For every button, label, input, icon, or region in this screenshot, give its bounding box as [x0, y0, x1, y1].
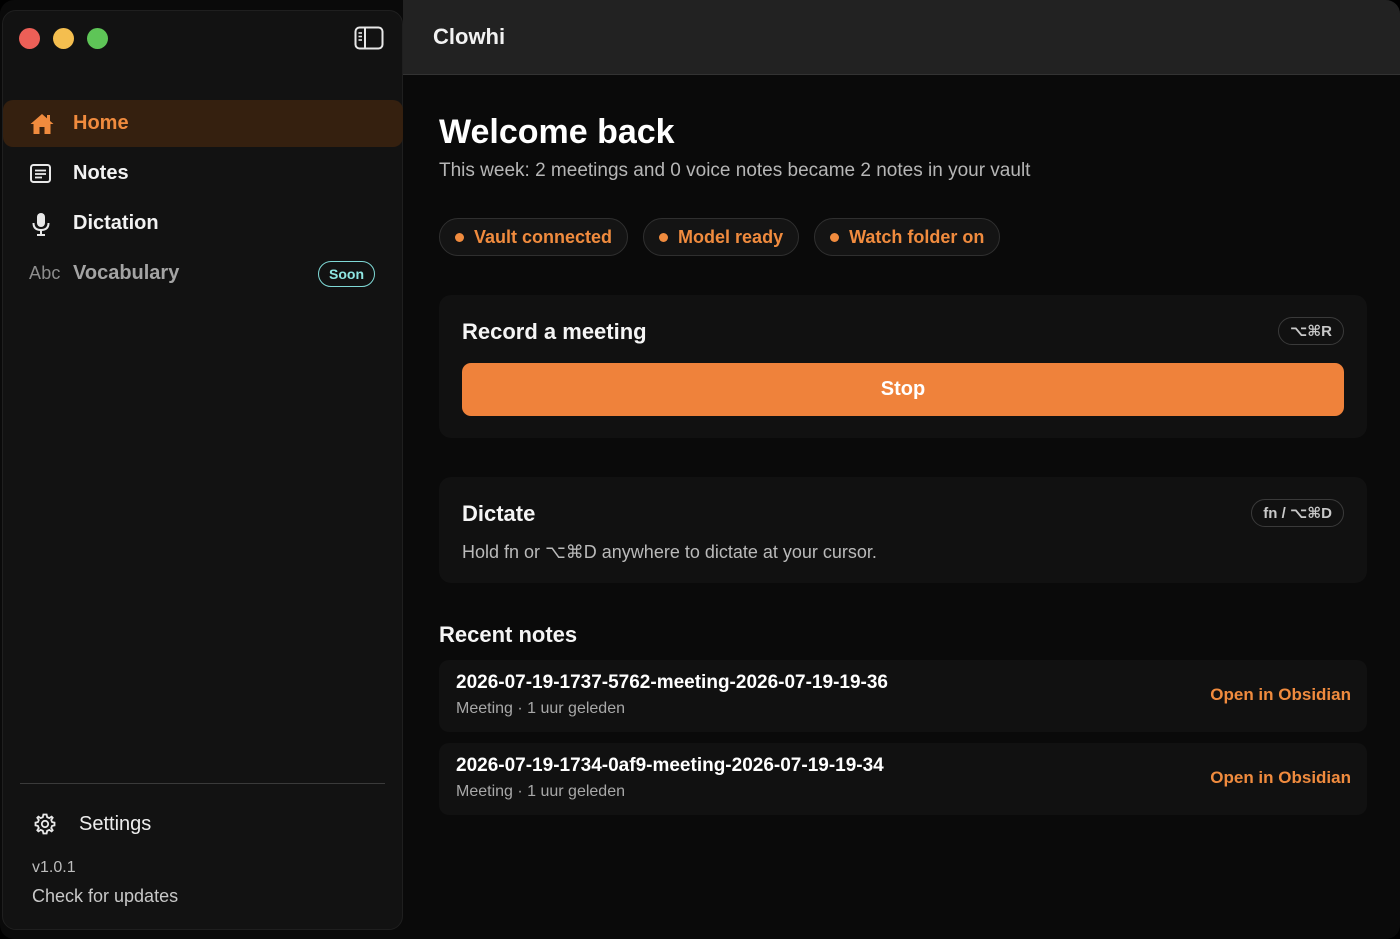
sidebar-item-home[interactable]: Home	[3, 100, 403, 147]
close-window-button[interactable]	[19, 28, 40, 49]
gear-icon	[33, 811, 63, 837]
status-chips: Vault connected Model ready Watch folder…	[439, 218, 1001, 256]
dictate-shortcut-badge: fn / ⌥⌘D	[1251, 499, 1344, 527]
note-meta: Meeting · 1 uur geleden	[456, 783, 625, 800]
recent-notes-heading: Recent notes	[439, 622, 578, 647]
open-in-obsidian-link[interactable]: Open in Obsidian	[1210, 768, 1351, 788]
status-dot-icon	[455, 232, 464, 242]
chip-label: Watch folder on	[849, 226, 985, 247]
microphone-icon	[29, 211, 59, 237]
record-card-title: Record a meeting	[462, 319, 647, 344]
sidebar-item-label: Home	[73, 112, 129, 134]
zoom-window-button[interactable]	[87, 28, 108, 49]
watch-folder-status-chip: Watch folder on	[814, 218, 1001, 256]
sidebar-nav: Home Notes Dictation Abc Vocabulary Soon	[3, 100, 403, 300]
title-bar: Clowhi	[403, 0, 1400, 75]
note-meta: Meeting · 1 uur geleden	[456, 700, 625, 717]
window-controls	[19, 28, 108, 49]
sidebar-item-notes[interactable]: Notes	[3, 150, 403, 197]
sidebar-item-vocabulary[interactable]: Abc Vocabulary Soon	[3, 250, 403, 297]
notes-icon	[29, 161, 59, 187]
sidebar-item-label: Vocabulary	[73, 262, 180, 284]
chip-label: Vault connected	[474, 226, 613, 247]
sidebar-divider	[20, 783, 385, 784]
sidebar-item-dictation[interactable]: Dictation	[3, 200, 403, 247]
sidebar-toggle-icon	[354, 26, 384, 50]
sidebar-item-label: Dictation	[73, 212, 159, 234]
open-in-obsidian-link[interactable]: Open in Obsidian	[1210, 685, 1351, 705]
settings-label: Settings	[79, 812, 152, 835]
note-title: 2026-07-19-1734-0af9-meeting-2026-07-19-…	[456, 755, 884, 776]
abc-icon: Abc	[29, 263, 61, 283]
app-title: Clowhi	[433, 24, 506, 49]
list-item: 2026-07-19-1737-5762-meeting-2026-07-19-…	[439, 660, 1367, 732]
model-status-chip: Model ready	[643, 218, 800, 256]
sidebar-toggle-button[interactable]	[354, 25, 384, 51]
dictate-description: Hold fn or ⌥⌘D anywhere to dictate at yo…	[462, 542, 877, 562]
chip-label: Model ready	[678, 226, 784, 247]
dictate-card: Dictate fn / ⌥⌘D Hold fn or ⌥⌘D anywhere…	[439, 477, 1367, 583]
status-dot-icon	[659, 232, 669, 242]
status-dot-icon	[830, 232, 840, 242]
check-updates-link[interactable]: Check for updates	[32, 886, 178, 907]
note-title: 2026-07-19-1737-5762-meeting-2026-07-19-…	[456, 672, 888, 693]
record-meeting-card: Record a meeting ⌥⌘R Stop	[439, 295, 1367, 438]
vault-status-chip: Vault connected	[439, 218, 629, 256]
dictate-card-title: Dictate	[462, 501, 536, 526]
app-window: Home Notes Dictation Abc Vocabulary Soon…	[0, 0, 1400, 939]
home-icon	[29, 111, 59, 137]
list-item: 2026-07-19-1734-0af9-meeting-2026-07-19-…	[439, 743, 1367, 815]
page-title: Welcome back	[439, 113, 675, 151]
weekly-summary: This week: 2 meetings and 0 voice notes …	[439, 160, 1031, 181]
minimize-window-button[interactable]	[53, 28, 74, 49]
stop-recording-button[interactable]: Stop	[462, 363, 1344, 416]
sidebar-item-label: Notes	[73, 162, 129, 184]
sidebar: Home Notes Dictation Abc Vocabulary Soon…	[2, 10, 403, 930]
soon-badge: Soon	[318, 261, 375, 287]
version-label: v1.0.1	[32, 859, 76, 876]
main-content: Welcome back This week: 2 meetings and 0…	[403, 75, 1400, 939]
sidebar-item-settings[interactable]: Settings	[3, 803, 403, 845]
record-shortcut-badge: ⌥⌘R	[1277, 317, 1344, 345]
